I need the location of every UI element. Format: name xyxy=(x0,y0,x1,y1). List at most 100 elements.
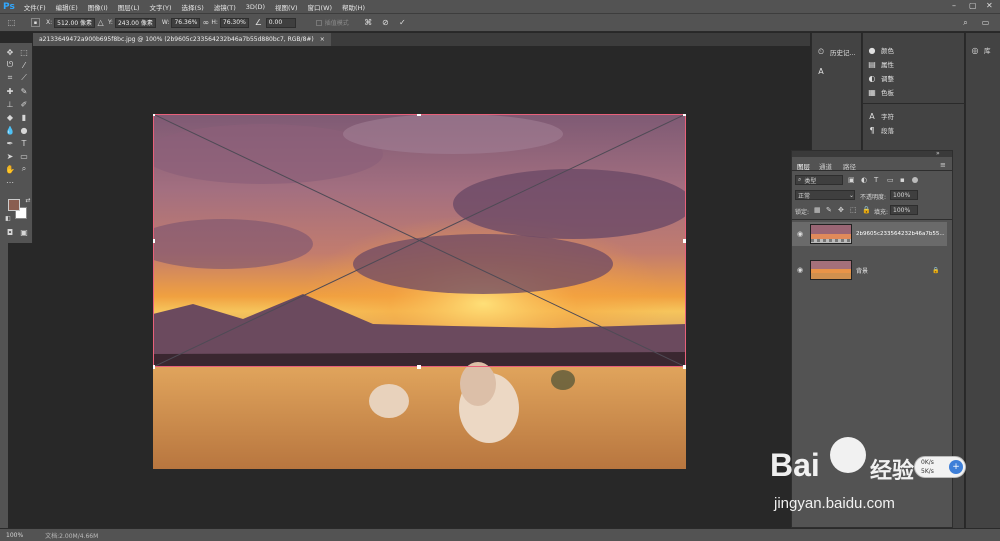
layer-thumbnail xyxy=(810,260,852,280)
visibility-eye-icon[interactable]: ◉ xyxy=(797,230,803,238)
document-tab-title: a2133649472a900b695f8bc.jpg @ 100% (2b96… xyxy=(39,36,314,43)
filter-pixel-icon[interactable]: ▣ xyxy=(848,176,855,184)
fill-field[interactable]: 100% xyxy=(890,205,918,215)
panel-adjustments[interactable]: ◐ 调整 xyxy=(867,73,895,84)
panel-color[interactable]: ● 颜色 xyxy=(867,45,895,56)
height-field[interactable]: 76.30% xyxy=(219,17,249,28)
transform-tool-icon: ⬚ xyxy=(7,18,16,27)
menu-image[interactable]: 图像(I) xyxy=(88,2,108,12)
menu-edit[interactable]: 编辑(E) xyxy=(56,2,78,12)
default-colors-icon[interactable]: ◧ xyxy=(2,213,14,223)
gradient-tool-icon[interactable]: ▮ xyxy=(18,112,30,122)
swap-colors-icon[interactable]: ⇄ xyxy=(22,195,34,205)
angle-field[interactable]: 0.00 xyxy=(265,17,296,28)
panel-swatches[interactable]: ▦ 色板 xyxy=(867,87,894,98)
layer-row-background[interactable]: ◉ 背景 🔒 xyxy=(792,258,947,282)
eyedropper-tool-icon[interactable]: ⟋ xyxy=(18,73,30,83)
visibility-eye-icon[interactable]: ◉ xyxy=(797,266,803,274)
menu-filter[interactable]: 滤镜(T) xyxy=(214,2,236,12)
document-tab[interactable]: a2133649472a900b695f8bc.jpg @ 100% (2b96… xyxy=(33,33,331,46)
maximize-icon[interactable]: ▢ xyxy=(969,1,977,10)
filter-toggle[interactable] xyxy=(912,177,918,183)
opacity-field[interactable]: 100% xyxy=(890,190,918,200)
more-tools-icon[interactable]: ⋯ xyxy=(4,177,16,187)
menu-select[interactable]: 选择(S) xyxy=(182,2,204,12)
interp-checkbox[interactable] xyxy=(315,19,322,26)
lock-transparent-icon[interactable]: ▦ xyxy=(814,206,821,214)
menu-view[interactable]: 视图(V) xyxy=(275,2,298,12)
blur-tool-icon[interactable]: 💧 xyxy=(4,125,16,135)
panel-libraries[interactable]: ◎ 库 xyxy=(970,45,991,56)
collapse-icon[interactable]: » xyxy=(936,150,940,157)
layer-filter-select[interactable]: ⌕ 类型 xyxy=(795,175,843,185)
close-tab-icon[interactable]: × xyxy=(320,36,325,43)
menu-file[interactable]: 文件(F) xyxy=(24,2,46,12)
shape-tool-icon[interactable]: ▭ xyxy=(18,151,30,161)
panel-properties[interactable]: ▤ 属性 xyxy=(867,59,894,70)
filter-type-icon[interactable]: T xyxy=(874,176,878,184)
tool-presets-button[interactable]: A xyxy=(816,67,830,76)
stamp-tool-icon[interactable]: ⊥ xyxy=(4,99,16,109)
menu-window[interactable]: 窗口(W) xyxy=(308,2,333,12)
y-field[interactable]: 243.00 像素 xyxy=(114,17,156,28)
minimize-icon[interactable]: – xyxy=(952,1,956,10)
options-bar: ⬚ ▪ X: 512.00 像素 △ Y: 243.00 像素 W: 76.36% ∞… xyxy=(0,13,1000,32)
w-label: W: xyxy=(161,19,170,26)
filter-adjust-icon[interactable]: ◐ xyxy=(861,176,867,184)
crop-tool-icon[interactable]: ⌗ xyxy=(4,73,16,83)
panel-paragraph[interactable]: ¶ 段落 xyxy=(867,125,894,136)
reference-point-icon[interactable]: ▪ xyxy=(31,18,40,27)
quick-select-tool-icon[interactable]: ⁄ xyxy=(18,60,30,70)
hand-tool-icon[interactable]: ✋ xyxy=(4,164,16,174)
document-image[interactable] xyxy=(153,114,686,469)
history-panel-button[interactable]: ⏲ 历史记... xyxy=(816,47,856,57)
healing-tool-icon[interactable]: ✚ xyxy=(4,86,16,96)
workspace-icon[interactable]: ▭ xyxy=(980,17,991,28)
speed-down: 5K/s xyxy=(921,468,934,475)
panel-menu-icon[interactable]: ≡ xyxy=(940,161,946,169)
add-icon[interactable]: + xyxy=(949,460,963,474)
eraser-tool-icon[interactable]: ◆ xyxy=(4,112,16,122)
filter-smart-icon[interactable]: ▪ xyxy=(900,176,905,184)
layers-panel-header[interactable] xyxy=(792,151,952,157)
marquee-tool-icon[interactable]: ⬚ xyxy=(18,47,30,57)
cancel-transform-icon[interactable]: ⊘ xyxy=(380,17,391,28)
foreground-color-swatch[interactable] xyxy=(8,199,20,211)
baidu-watermark: Bai 经验 jingyan.baidu.com 0K/s 5K/s + xyxy=(770,433,970,523)
lasso-tool-icon[interactable]: ᘎ xyxy=(4,60,16,70)
lock-position-icon[interactable]: ✥ xyxy=(838,206,844,214)
brush-tool-icon[interactable]: ✎ xyxy=(18,86,30,96)
search-icon[interactable]: ⌕ xyxy=(960,17,971,28)
warp-icon[interactable]: ⌘ xyxy=(363,17,374,28)
link-icon[interactable]: ∞ xyxy=(200,17,211,28)
menu-3d[interactable]: 3D(D) xyxy=(246,3,265,11)
menu-type[interactable]: 文字(Y) xyxy=(150,2,172,12)
zoom-level[interactable]: 100% xyxy=(6,532,23,539)
history-brush-tool-icon[interactable]: ✐ xyxy=(18,99,30,109)
type-tool-icon[interactable]: T xyxy=(18,138,30,148)
move-tool-icon[interactable]: ✥ xyxy=(4,47,16,57)
screen-mode-icon[interactable]: ▣ xyxy=(18,227,30,237)
menu-help[interactable]: 帮助(H) xyxy=(342,2,365,12)
delta-icon[interactable]: △ xyxy=(95,17,106,28)
watermark-brand: Bai xyxy=(770,447,820,483)
dodge-tool-icon[interactable]: ● xyxy=(18,125,30,135)
close-icon[interactable]: ✕ xyxy=(986,1,993,10)
opacity-label: 不透明度: xyxy=(860,194,887,201)
path-select-tool-icon[interactable]: ➤ xyxy=(4,151,16,161)
menu-layer[interactable]: 图层(L) xyxy=(118,2,140,12)
x-field[interactable]: 512.00 像素 xyxy=(54,17,96,28)
pen-tool-icon[interactable]: ✒ xyxy=(4,138,16,148)
width-field[interactable]: 76.36% xyxy=(171,17,201,28)
zoom-tool-icon[interactable]: ⌕ xyxy=(18,164,30,174)
filter-shape-icon[interactable]: ▭ xyxy=(887,176,894,184)
commit-transform-icon[interactable]: ✓ xyxy=(397,17,408,28)
lock-artboard-icon[interactable]: ⬚ xyxy=(850,206,857,214)
quick-mask-icon[interactable]: ◘ xyxy=(4,227,16,237)
speed-widget[interactable]: 0K/s 5K/s + xyxy=(914,456,966,478)
panel-character[interactable]: A 字符 xyxy=(867,111,894,122)
layer-row-smart[interactable]: ◉ 2b9605c233564232b46a7b55... xyxy=(792,222,947,246)
lock-image-icon[interactable]: ✎ xyxy=(826,206,832,214)
blend-mode-select[interactable]: 正常 ⌄ xyxy=(795,190,855,200)
lock-all-icon[interactable]: 🔒 xyxy=(862,206,871,214)
